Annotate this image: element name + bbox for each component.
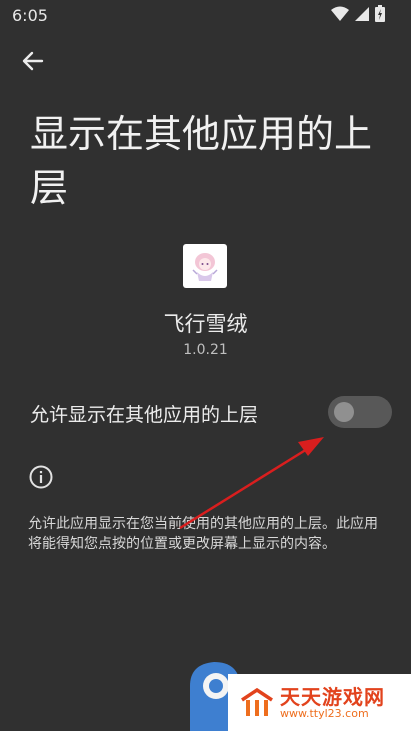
switch-knob (334, 402, 354, 422)
back-button[interactable] (18, 46, 48, 76)
battery-icon (375, 5, 385, 22)
watermark-mark-icon (241, 688, 273, 716)
status-icons (331, 5, 385, 22)
arrow-left-icon (22, 51, 44, 71)
status-bar: 6:05 (0, 0, 411, 30)
wifi-icon (331, 6, 349, 21)
app-icon (183, 244, 227, 288)
overlay-permission-switch[interactable] (328, 396, 392, 428)
watermark-url: www.ttyl23.com (280, 707, 369, 720)
app-character-icon (192, 253, 218, 281)
watermark: 天天游戏网 www.ttyl23.com (228, 674, 411, 731)
overlay-permission-row[interactable]: 允许显示在其他应用的上层 (0, 390, 411, 436)
signal-icon (355, 6, 369, 21)
app-version: 1.0.21 (183, 342, 228, 358)
page-title: 显示在其他应用的上层 (30, 112, 373, 211)
watermark-title: 天天游戏网 (280, 685, 385, 709)
app-name: 飞行雪绒 (163, 312, 248, 336)
overlay-permission-label: 允许显示在其他应用的上层 (30, 404, 259, 426)
status-time: 6:05 (12, 6, 48, 25)
permission-description: 允许此应用显示在您当前使用的其他应用的上层。此应用将能得知您点按的位置或更改屏幕… (28, 516, 378, 552)
info-icon (29, 465, 53, 489)
